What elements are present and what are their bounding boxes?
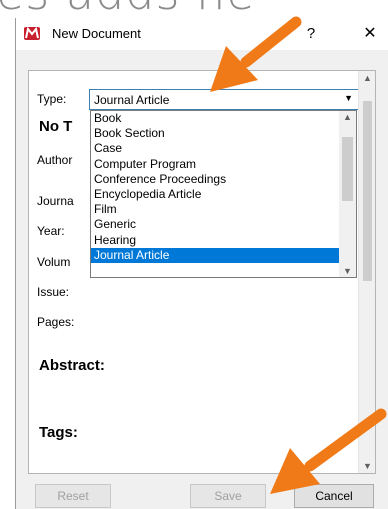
pages-label: Pages: (37, 315, 75, 329)
scroll-down-icon[interactable]: ▼ (359, 461, 375, 471)
type-dropdown-list[interactable]: Book Book Section Case Computer Program Conf… (90, 110, 357, 278)
form-scrollbar[interactable]: ▲ ▼ (358, 71, 375, 473)
dropdown-scroll-up-icon[interactable]: ▲ (339, 112, 356, 122)
dropdown-option[interactable]: Film (91, 202, 341, 217)
dropdown-scroll-down-icon[interactable]: ▼ (339, 266, 356, 276)
dropdown-option[interactable]: Book Section (91, 126, 341, 141)
save-button[interactable]: Save (190, 484, 266, 508)
title-heading: No T (39, 118, 73, 135)
dropdown-option[interactable]: Conference Proceedings (91, 172, 341, 187)
reset-button[interactable]: Reset (35, 484, 111, 508)
dropdown-option[interactable]: Computer Program (91, 157, 341, 172)
close-button[interactable]: ✕ (354, 21, 386, 47)
background-text: es adds ne (0, 0, 388, 20)
journal-label: Journa (37, 194, 74, 208)
author-label: Author (37, 153, 73, 167)
cancel-button[interactable]: Cancel (294, 484, 374, 508)
chevron-down-icon: ▼ (344, 93, 353, 103)
issue-label: Issue: (37, 285, 70, 299)
scroll-thumb[interactable] (363, 101, 372, 281)
type-select[interactable]: Journal Article ▼ (89, 89, 359, 110)
tags-heading: Tags: (39, 424, 78, 441)
dropdown-scroll-thumb[interactable] (342, 137, 353, 201)
dropdown-options: Book Book Section Case Computer Program Conf… (91, 111, 341, 263)
help-button[interactable]: ? (297, 21, 325, 47)
dropdown-option[interactable]: Encyclopedia Article (91, 187, 341, 202)
type-label: Type: (37, 92, 67, 106)
dropdown-option[interactable]: Case (91, 141, 341, 156)
dropdown-scrollbar[interactable]: ▲ ▼ (339, 111, 356, 277)
abstract-heading: Abstract: (39, 357, 105, 374)
app-logo-icon (24, 27, 40, 40)
year-label: Year: (37, 224, 65, 238)
dropdown-option[interactable]: Journal Article (91, 247, 341, 263)
type-select-value: Journal Article (94, 93, 170, 107)
scroll-up-icon[interactable]: ▲ (359, 73, 375, 83)
dialog-title: New Document (52, 26, 141, 41)
volume-label: Volum (37, 255, 71, 269)
dropdown-option[interactable]: Generic (91, 217, 341, 232)
dropdown-option[interactable]: Book (91, 111, 341, 126)
title-bar[interactable]: New Document ? ✕ (16, 18, 388, 50)
dropdown-option[interactable]: Hearing (91, 233, 341, 248)
